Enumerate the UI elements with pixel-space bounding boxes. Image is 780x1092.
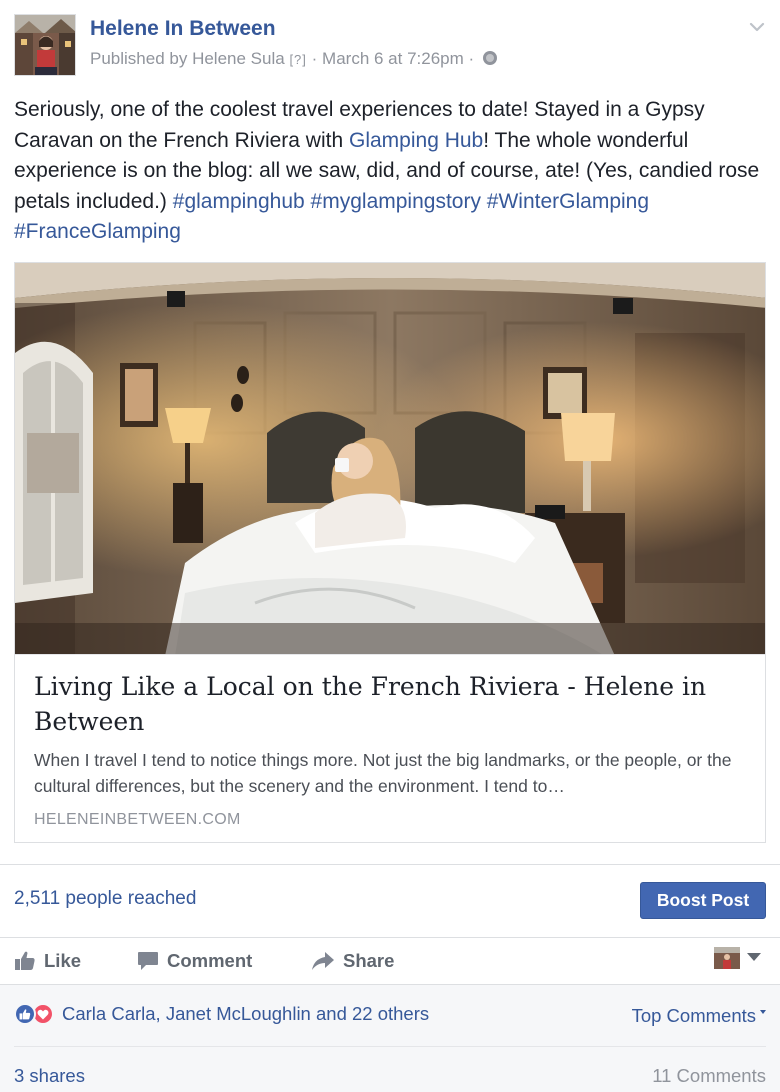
post-meta: Published by Helene Sula [?] · March 6 a… (90, 49, 497, 69)
hashtag-link[interactable]: #WinterGlamping (487, 190, 649, 213)
section-divider (0, 864, 780, 865)
comments-count-link[interactable]: 11 Comments (652, 1065, 766, 1087)
feedback-section: Carla Carla, Janet McLoughlin and 22 oth… (0, 985, 780, 1092)
page-name-link[interactable]: Helene In Between (90, 17, 276, 41)
share-label: Share (343, 950, 395, 971)
speech-bubble-icon (138, 952, 158, 970)
actor-selector-avatar[interactable] (714, 947, 740, 969)
share-button[interactable]: Share (311, 938, 394, 984)
post-timestamp[interactable]: March 6 at 7:26pm (322, 49, 464, 68)
link-title[interactable]: Living Like a Local on the French Rivier… (34, 669, 744, 739)
globe-icon[interactable] (482, 51, 497, 65)
link-description: When I travel I tend to notice things mo… (34, 750, 732, 796)
top-comments-dropdown[interactable]: Top Comments (632, 1005, 766, 1027)
caret-down-icon[interactable] (747, 953, 761, 961)
people-reached-link[interactable]: 2,511 people reached (14, 888, 196, 910)
meta-separator: · (311, 49, 318, 68)
caravan-bedroom-photo (15, 263, 765, 655)
post-message: Seriously, one of the coolest travel exp… (14, 95, 766, 248)
link-preview-image[interactable] (14, 262, 766, 655)
comment-button[interactable]: Comment (137, 938, 252, 984)
boost-post-button[interactable]: Boost Post (640, 882, 766, 919)
link-preview-card[interactable]: Living Like a Local on the French Rivier… (14, 654, 766, 843)
avatar-photo (15, 15, 75, 75)
like-reaction-icon (14, 1003, 36, 1025)
author-tag[interactable]: [?] (289, 52, 306, 67)
page-avatar[interactable] (14, 14, 76, 76)
hashtag-link[interactable]: #myglampingstory (311, 190, 481, 213)
caret-down-icon (760, 1010, 766, 1014)
reactors-names[interactable]: Carla Carla, Janet McLoughlin and 22 oth… (62, 1003, 429, 1025)
published-prefix: Published by (90, 49, 188, 68)
top-comments-label: Top Comments (631, 1005, 756, 1026)
meta-separator: · (468, 49, 475, 68)
shares-count-link[interactable]: 3 shares (14, 1065, 85, 1087)
hashtag-link[interactable]: #glampinghub (173, 190, 305, 213)
share-arrow-icon (312, 952, 334, 970)
action-bar: Like Comment Share (0, 938, 780, 984)
like-button[interactable]: Like (14, 938, 81, 984)
reactions-summary[interactable]: Carla Carla, Janet McLoughlin and 22 oth… (14, 1003, 429, 1025)
avatar-photo (714, 947, 740, 969)
feedback-divider (14, 1046, 766, 1047)
like-label: Like (44, 950, 82, 971)
author-name[interactable]: Helene Sula (192, 49, 285, 68)
hashtag-link[interactable]: #FranceGlamping (14, 220, 181, 243)
post-header: Helene In Between Published by Helene Su… (0, 0, 780, 90)
mention-link[interactable]: Glamping Hub (349, 129, 483, 152)
chevron-down-icon[interactable] (746, 16, 768, 38)
comment-label: Comment (167, 950, 253, 971)
thumbs-up-icon (15, 951, 35, 970)
link-domain: HELENEINBETWEEN.COM (34, 811, 241, 828)
